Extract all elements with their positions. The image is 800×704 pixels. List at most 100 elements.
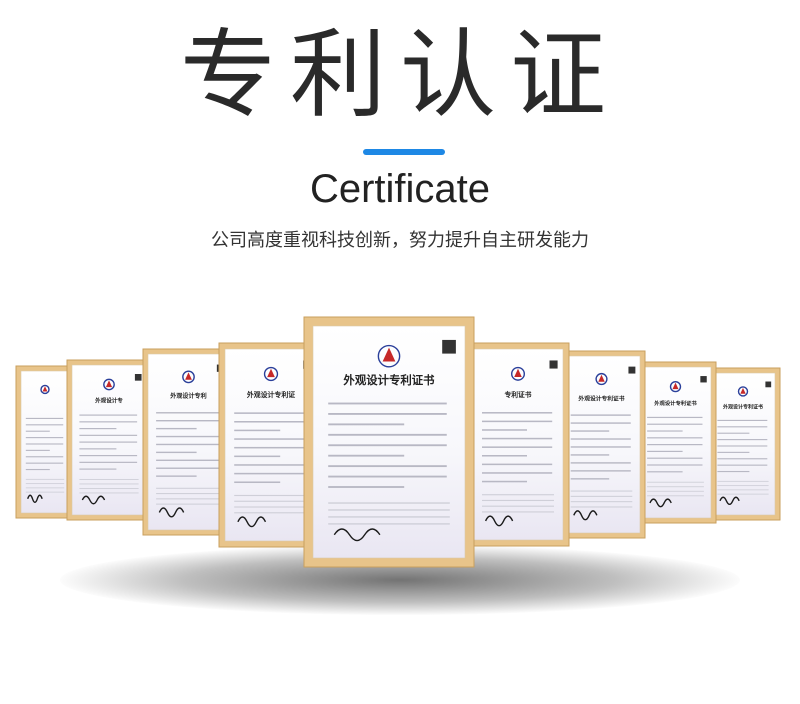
text-line bbox=[482, 480, 527, 483]
text-line bbox=[234, 412, 306, 414]
qr-code-icon bbox=[442, 339, 456, 354]
text-line bbox=[647, 437, 703, 439]
text-line bbox=[647, 495, 704, 497]
text-line bbox=[25, 478, 65, 480]
text-line bbox=[570, 422, 631, 424]
text-line bbox=[156, 475, 197, 477]
text-line bbox=[25, 483, 65, 485]
text-line bbox=[234, 421, 306, 423]
text-line bbox=[25, 417, 64, 419]
text-line bbox=[25, 487, 65, 489]
certificate-frames: 外观设计专利证书外观设计专 外观设计专利证书外观设计专利 外观设计专利证书外观设计专… bbox=[15, 316, 781, 568]
text-line bbox=[79, 448, 117, 450]
certificate-title: 外观设计专 bbox=[94, 397, 123, 405]
qr-code-icon bbox=[765, 381, 772, 388]
text-line bbox=[717, 493, 769, 495]
text-line bbox=[234, 464, 306, 466]
text-line bbox=[328, 509, 450, 511]
text-line bbox=[328, 502, 450, 504]
text-line bbox=[717, 419, 768, 421]
text-line bbox=[647, 471, 683, 473]
text-line bbox=[156, 435, 220, 438]
text-line bbox=[570, 478, 610, 480]
text-line bbox=[79, 488, 139, 489]
text-line bbox=[328, 402, 447, 405]
text-line bbox=[156, 427, 197, 430]
text-line bbox=[482, 455, 527, 457]
text-line bbox=[647, 416, 703, 419]
text-line bbox=[570, 506, 633, 508]
text-line bbox=[647, 486, 704, 488]
text-line bbox=[79, 468, 117, 470]
text-line bbox=[570, 470, 631, 472]
text-line bbox=[25, 456, 64, 458]
text-line bbox=[234, 472, 306, 475]
text-line bbox=[717, 470, 750, 473]
text-line bbox=[570, 462, 631, 464]
text-line bbox=[482, 505, 554, 507]
certificate-title: 外观设计专利证书 bbox=[342, 373, 435, 387]
text-line bbox=[79, 414, 138, 416]
text-line bbox=[234, 512, 308, 514]
text-line bbox=[156, 487, 221, 489]
text-line bbox=[647, 430, 683, 432]
qr-code-icon bbox=[628, 366, 636, 374]
certificate-title: 外观设计专利证书 bbox=[723, 404, 763, 411]
text-line bbox=[156, 451, 197, 454]
text-line bbox=[156, 498, 221, 500]
text-line bbox=[79, 479, 139, 480]
text-line bbox=[234, 494, 308, 497]
qr-code-icon bbox=[700, 376, 707, 383]
text-line bbox=[234, 455, 281, 458]
text-line bbox=[25, 462, 64, 464]
text-line bbox=[717, 426, 768, 428]
text-line bbox=[647, 423, 703, 425]
text-line bbox=[482, 463, 553, 466]
certificate-title: 外观设计专利证 bbox=[246, 390, 295, 399]
text-line bbox=[482, 472, 553, 474]
text-line bbox=[482, 446, 553, 448]
text-line bbox=[156, 412, 220, 414]
text-line bbox=[717, 432, 750, 434]
text-line bbox=[570, 438, 631, 440]
text-line bbox=[570, 430, 610, 432]
text-line bbox=[717, 445, 768, 447]
text-line bbox=[234, 500, 308, 502]
text-line bbox=[328, 486, 405, 488]
text-line bbox=[482, 499, 554, 502]
text-line bbox=[156, 420, 220, 422]
text-line bbox=[482, 429, 527, 431]
qr-code-icon bbox=[134, 374, 142, 381]
text-line bbox=[482, 437, 553, 440]
text-line bbox=[25, 437, 64, 439]
text-line bbox=[234, 438, 306, 440]
text-line bbox=[79, 434, 138, 436]
text-line bbox=[570, 454, 610, 456]
text-line bbox=[79, 461, 138, 463]
certificate-frame: 外观设计专利证书 bbox=[634, 361, 717, 524]
certificate-title: 外观设计专利证书 bbox=[653, 399, 697, 407]
certificate-frame: 专利证书 bbox=[466, 342, 570, 547]
text-line bbox=[328, 413, 447, 415]
text-line bbox=[234, 429, 281, 432]
text-line bbox=[647, 457, 703, 459]
certificate-title: 外观设计专利证书 bbox=[578, 394, 624, 402]
text-line bbox=[570, 446, 631, 448]
certificate-frame: 外观设计专 bbox=[66, 359, 152, 521]
text-line bbox=[79, 421, 138, 423]
text-line bbox=[570, 490, 633, 492]
certificate-frame: 外观设计专利证书 bbox=[705, 367, 781, 521]
certificate-frame bbox=[15, 365, 75, 519]
text-line bbox=[328, 516, 450, 518]
text-line bbox=[79, 428, 117, 430]
text-line bbox=[25, 443, 64, 445]
text-line bbox=[647, 450, 683, 453]
text-line bbox=[717, 480, 769, 482]
text-line bbox=[482, 494, 554, 496]
text-line bbox=[328, 444, 447, 447]
text-line bbox=[647, 444, 703, 446]
text-line bbox=[647, 464, 703, 466]
text-line bbox=[570, 495, 633, 497]
certificate-frame: 外观设计专利证书 bbox=[303, 316, 475, 568]
text-line bbox=[25, 424, 64, 426]
